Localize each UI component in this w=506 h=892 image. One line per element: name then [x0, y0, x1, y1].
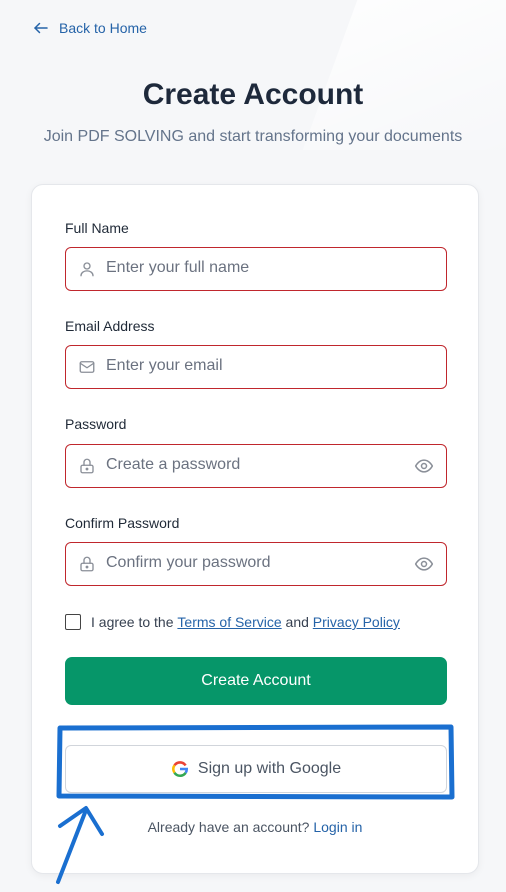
eye-icon[interactable]: [414, 554, 434, 574]
full-name-input[interactable]: [106, 249, 406, 287]
create-account-button[interactable]: Create Account: [65, 657, 447, 705]
privacy-policy-link[interactable]: Privacy Policy: [313, 614, 400, 630]
back-link-label: Back to Home: [59, 20, 147, 36]
full-name-field[interactable]: [65, 247, 447, 291]
agree-prefix: I agree to the: [91, 614, 174, 630]
confirm-password-input[interactable]: [106, 544, 406, 582]
user-icon: [80, 262, 94, 277]
page-subtitle: Join PDF SOLVING and start transforming …: [43, 128, 463, 145]
full-name-label: Full Name: [65, 220, 129, 236]
google-signup-button[interactable]: Sign up with Google: [65, 745, 447, 793]
confirm-password-field[interactable]: [65, 542, 447, 586]
signup-card: Full Name Email Address Password Confirm…: [31, 184, 479, 874]
confirm-password-label: Confirm Password: [65, 515, 180, 531]
email-label: Email Address: [65, 318, 155, 334]
lock-icon: [80, 458, 94, 474]
back-to-home-link[interactable]: Back to Home: [32, 17, 147, 39]
login-link[interactable]: Login in: [313, 819, 362, 835]
lock-icon: [80, 556, 94, 572]
terms-agreement: I agree to the Terms of Service and Priv…: [65, 612, 400, 632]
login-prompt-text: Already have an account?: [147, 819, 310, 835]
eye-icon[interactable]: [414, 456, 434, 476]
page-title: Create Account: [142, 78, 364, 111]
login-prompt: Already have an account? Login in: [32, 819, 478, 835]
password-input[interactable]: [106, 446, 406, 484]
terms-checkbox[interactable]: [65, 614, 81, 630]
email-field[interactable]: [65, 345, 447, 389]
arrow-left-icon: [34, 22, 48, 34]
password-field[interactable]: [65, 444, 447, 488]
google-icon: [171, 761, 188, 777]
google-button-label: Sign up with Google: [197, 760, 342, 777]
mail-icon: [79, 361, 95, 373]
agree-and: and: [285, 614, 309, 630]
terms-of-service-link[interactable]: Terms of Service: [177, 614, 281, 630]
email-input[interactable]: [106, 347, 406, 385]
password-label: Password: [65, 416, 127, 432]
